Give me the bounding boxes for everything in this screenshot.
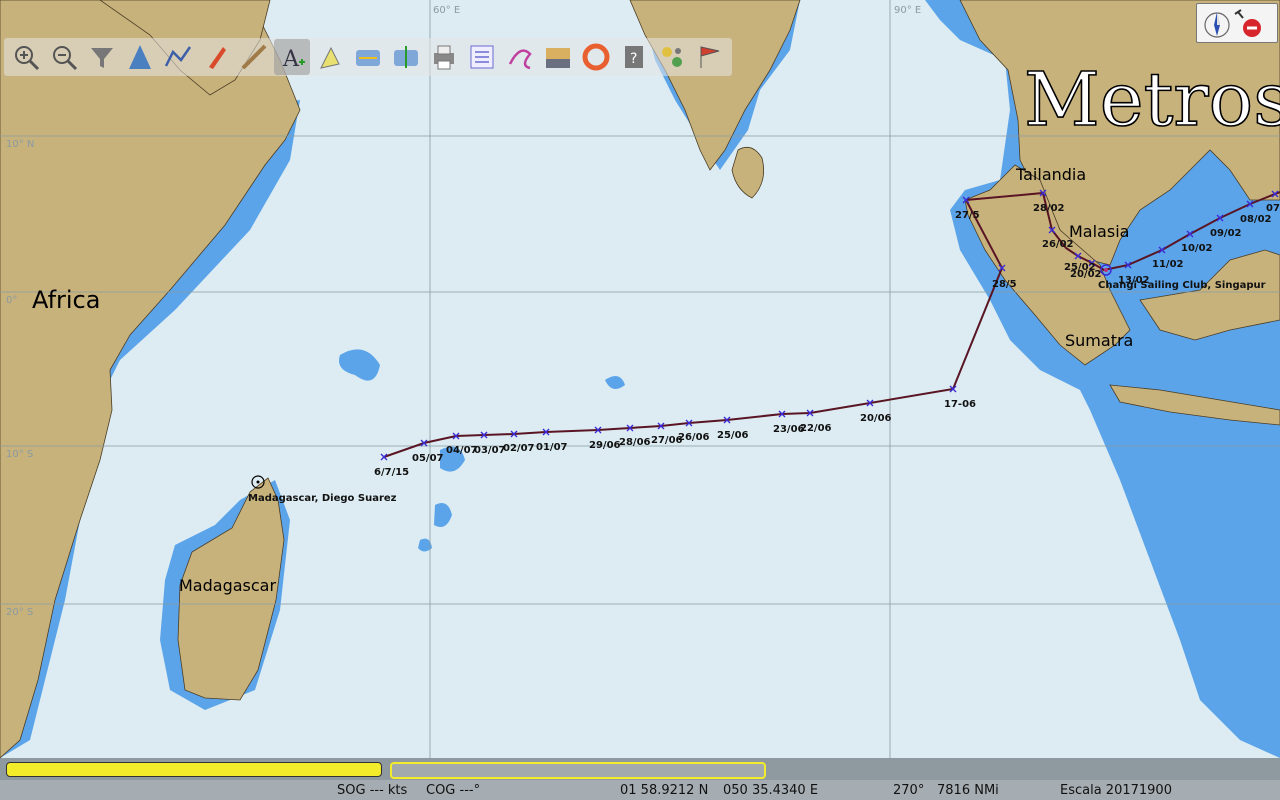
width-button[interactable] <box>350 39 386 75</box>
waypoint-label: 28/02 <box>1033 203 1065 214</box>
help-button[interactable]: ? <box>616 39 652 75</box>
lat-label-10n: 10° N <box>6 139 34 150</box>
height-button[interactable] <box>388 39 424 75</box>
waypoint-button[interactable] <box>122 39 158 75</box>
svg-text:A: A <box>282 47 300 72</box>
region-sumatra: Sumatra <box>1065 331 1133 350</box>
waypoint-label: 6/7/15 <box>374 467 409 478</box>
filter-button[interactable] <box>84 39 120 75</box>
waypoint-label: 27/5 <box>955 210 980 221</box>
tide-button[interactable] <box>540 39 576 75</box>
lifebuoy-button[interactable] <box>578 39 614 75</box>
waypoint-label: 03/07 <box>474 445 506 456</box>
lat-label-0: 0° <box>6 295 17 306</box>
flags-button[interactable] <box>692 39 728 75</box>
print-button[interactable] <box>426 39 462 75</box>
measure-button[interactable] <box>236 39 272 75</box>
waypoint-label: 05/07 <box>412 453 444 464</box>
status-lon: 050 35.4340 E <box>723 783 819 798</box>
checklist-button[interactable] <box>464 39 500 75</box>
status-scale: Escala 20171900 <box>1060 783 1172 798</box>
waypoint-label: 25/06 <box>717 430 749 441</box>
help-icon: ? <box>625 46 643 68</box>
status-distance: 7816 NMi <box>937 783 999 798</box>
waypoint-label: 17-06 <box>944 399 976 410</box>
lon-label-90: 90° E <box>894 5 921 16</box>
chart-toolbar: A? <box>4 38 732 76</box>
lifebuoy-icon <box>582 43 610 71</box>
measure-icon <box>241 44 267 70</box>
text-tool-icon: A <box>282 47 305 72</box>
svg-text:?: ? <box>630 51 637 67</box>
track-button[interactable] <box>502 39 538 75</box>
flags-icon <box>700 46 720 68</box>
tide-icon <box>546 48 570 68</box>
region-malasia: Malasia <box>1069 222 1129 241</box>
waypoint-label: 04/07 <box>446 445 478 456</box>
waypoint-label: 07 <box>1266 203 1280 214</box>
nautical-chart[interactable]: 60° E 90° E 10° N 0° 10° S 20° S Africa … <box>0 0 1280 758</box>
status-sog: SOG --- kts <box>337 783 408 798</box>
gps-status-icon <box>1243 19 1261 37</box>
waypoint-label: 28/5 <box>992 279 1017 290</box>
boat-button[interactable] <box>198 39 234 75</box>
waypoint-label: 28/06 <box>619 437 651 448</box>
status-bearing: 270° <box>893 783 925 798</box>
compass-widget[interactable] <box>1196 3 1278 43</box>
waypoint-label: 01/07 <box>536 442 568 453</box>
zoom-out-icon <box>53 46 78 71</box>
boat-icon <box>209 47 226 69</box>
satellite-icon <box>1234 9 1244 19</box>
text-tool-button[interactable]: A <box>274 39 310 75</box>
waypoint-icon <box>129 45 151 69</box>
port-label-changi: Changi Sailing Club, Singapur <box>1098 280 1266 291</box>
chart-render-progress <box>390 762 766 779</box>
waypoint-label: 09/02 <box>1210 228 1242 239</box>
mark-icon <box>320 46 340 69</box>
compass-north-icon <box>1204 12 1230 38</box>
zoom-in-icon <box>15 46 40 71</box>
region-tailandia: Tailandia <box>1015 165 1086 184</box>
waypoint-label: 02/07 <box>503 443 535 454</box>
lat-label-10s: 10° S <box>6 449 33 460</box>
waypoint-label: 26/06 <box>678 432 710 443</box>
zoom-in-button[interactable] <box>8 39 44 75</box>
track-icon <box>508 49 532 70</box>
zoom-out-button[interactable] <box>46 39 82 75</box>
width-icon <box>356 50 380 66</box>
region-africa: Africa <box>32 286 100 314</box>
waypoint-label: 11/02 <box>1152 259 1184 270</box>
height-icon <box>394 46 418 68</box>
waypoint-label: 22/06 <box>800 423 832 434</box>
region-madagascar: Madagascar <box>179 576 276 595</box>
chart-load-progress <box>6 762 382 777</box>
waypoint-label: 10/02 <box>1181 243 1213 254</box>
settings-button[interactable] <box>654 39 690 75</box>
lat-label-20s: 20° S <box>6 607 33 618</box>
print-icon <box>434 45 454 70</box>
waypoint-label: 29/06 <box>589 440 621 451</box>
filter-icon <box>91 48 113 68</box>
port-label-diego-suarez: Madagascar, Diego Suarez <box>248 493 397 504</box>
waypoint-label: 08/02 <box>1240 214 1272 225</box>
depth-unit-watermark: Metros <box>1024 57 1280 143</box>
mark-button[interactable] <box>312 39 348 75</box>
status-lat: 01 58.9212 N <box>620 783 709 798</box>
settings-icon <box>662 47 682 67</box>
route-icon <box>164 46 192 67</box>
status-cog: COG ---° <box>426 783 481 798</box>
checklist-icon <box>470 45 494 69</box>
waypoint-label: 26/02 <box>1042 239 1074 250</box>
waypoint-label: 20/02 <box>1070 269 1102 280</box>
status-bar: SOG --- kts COG ---° 01 58.9212 N 050 35… <box>0 780 1280 800</box>
lon-label-60: 60° E <box>433 5 460 16</box>
route-button[interactable] <box>160 39 196 75</box>
waypoint-label: 20/06 <box>860 413 892 424</box>
